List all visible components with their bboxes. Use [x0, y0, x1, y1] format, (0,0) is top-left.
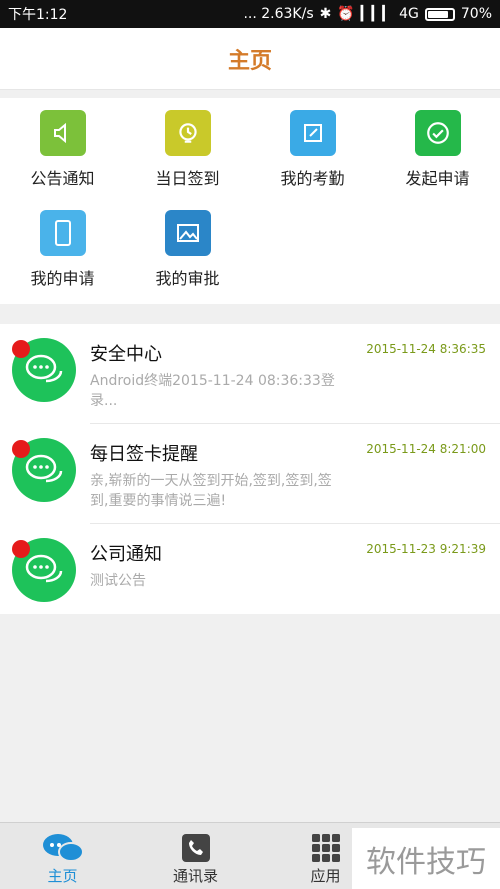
unread-badge: [12, 440, 30, 458]
phone-handset-icon: [181, 831, 211, 865]
grid-label: 我的申请: [30, 269, 95, 288]
message-list: 安全中心 2015-11-24 8:36:35 Android终端2015-11…: [0, 324, 500, 614]
network-speed: ... 2.63K/s: [243, 6, 314, 22]
status-bar: 下午1:12 ... 2.63K/s ✱ ⏰ ▎▎▎ 4G 70%: [0, 0, 500, 28]
message-preview: 亲,崭新的一天从签到开始,签到,签到,签到,重要的事情说三遍!: [90, 473, 332, 509]
message-time: 2015-11-24 8:21:00: [366, 442, 486, 456]
message-title: 每日签卡提醒: [90, 444, 198, 465]
unread-badge: [12, 540, 30, 558]
alarm-icon: ⏰: [337, 6, 355, 22]
bluetooth-icon: ✱: [319, 6, 332, 22]
status-time: 下午1:12: [8, 7, 68, 23]
message-time: 2015-11-23 9:21:39: [366, 542, 486, 556]
grid-item-checkin[interactable]: 当日签到: [125, 98, 250, 198]
battery-level: 70%: [460, 6, 492, 22]
tab-contacts[interactable]: 通讯录: [133, 823, 258, 889]
tab-label: 通讯录: [172, 867, 218, 885]
announcement-icon: [39, 110, 86, 156]
list-item[interactable]: 安全中心 2015-11-24 8:36:35 Android终端2015-11…: [0, 324, 500, 424]
message-time: 2015-11-24 8:36:35: [366, 342, 486, 356]
grid-label: 当日签到: [155, 169, 220, 188]
grid-item-attendance[interactable]: 我的考勤: [250, 98, 375, 198]
checkin-icon: [164, 110, 211, 156]
grid-label: 公告通知: [30, 169, 95, 188]
list-item[interactable]: 公司通知 2015-11-23 9:21:39 测试公告: [0, 524, 500, 624]
grid-item-announcement[interactable]: 公告通知: [0, 98, 125, 198]
tab-home[interactable]: 主页: [0, 823, 125, 889]
phone-icon: [39, 210, 86, 256]
grid-label: 我的考勤: [280, 169, 345, 188]
chat-bubbles-icon: [41, 831, 85, 865]
check-circle-icon: [414, 110, 461, 156]
unread-badge: [12, 340, 30, 358]
message-title: 公司通知: [90, 544, 162, 565]
network-type: 4G: [399, 6, 419, 22]
signal-icon: ▎▎▎: [360, 6, 394, 22]
page-title: 主页: [227, 48, 272, 74]
grid-label: 我的审批: [155, 269, 220, 288]
tab-label: 应用: [310, 867, 341, 885]
status-right: ... 2.63K/s ✱ ⏰ ▎▎▎ 4G 70%: [243, 6, 492, 22]
tab-label: 主页: [47, 867, 78, 885]
message-preview: 测试公告: [90, 573, 146, 589]
grid-label: 发起申请: [405, 169, 470, 188]
grid-icon: [311, 831, 341, 865]
grid-item-my-approvals[interactable]: 我的审批: [125, 198, 250, 298]
battery-icon: [424, 7, 455, 21]
title-bar: 主页: [0, 28, 500, 90]
message-title: 安全中心: [90, 344, 162, 365]
watermark: 软件技巧: [352, 828, 500, 889]
message-preview: Android终端2015-11-24 08:36:33登录...: [90, 373, 335, 409]
function-grid: 公告通知 当日签到 我的考勤 发起申请 我的申请 我的审批: [0, 98, 500, 304]
picture-icon: [164, 210, 211, 256]
list-item[interactable]: 每日签卡提醒 2015-11-24 8:21:00 亲,崭新的一天从签到开始,签…: [0, 424, 500, 524]
attendance-icon: [289, 110, 336, 156]
grid-item-apply[interactable]: 发起申请: [375, 98, 500, 198]
grid-item-my-applications[interactable]: 我的申请: [0, 198, 125, 298]
